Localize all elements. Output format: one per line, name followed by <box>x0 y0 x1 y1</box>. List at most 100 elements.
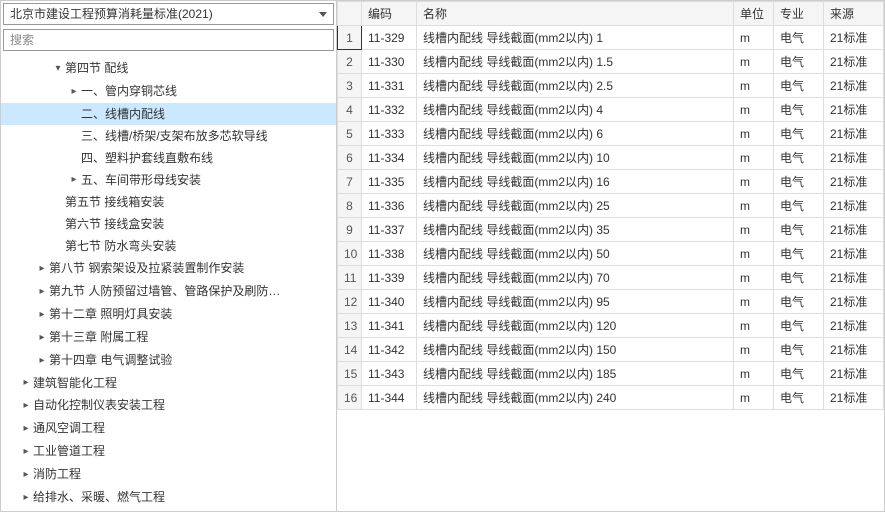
tree-arrow-icon[interactable]: ▸ <box>37 283 47 301</box>
right-panel: 编码 名称 单位 专业 来源 111-329线槽内配线 导线截面(mm2以内) … <box>337 1 884 511</box>
tree-item-label: 第九节 人防预留过墙管、管路保护及刷防… <box>47 284 282 298</box>
table-row[interactable]: 1311-341线槽内配线 导线截面(mm2以内) 120m电气21标准 <box>338 314 884 338</box>
tree-arrow-icon[interactable]: ▸ <box>21 466 31 484</box>
unit-cell: m <box>734 170 774 194</box>
spec-cell: 电气 <box>774 170 824 194</box>
col-code[interactable]: 编码 <box>362 2 417 26</box>
src-cell: 21标准 <box>824 194 884 218</box>
unit-cell: m <box>734 98 774 122</box>
unit-cell: m <box>734 218 774 242</box>
src-cell: 21标准 <box>824 50 884 74</box>
tree-item[interactable]: ▸工业管道工程 <box>1 440 336 463</box>
name-cell: 线槽内配线 导线截面(mm2以内) 240 <box>417 386 734 410</box>
spec-cell: 电气 <box>774 362 824 386</box>
tree-item-label: 给排水、采暖、燃气工程 <box>31 490 167 504</box>
code-cell: 11-332 <box>362 98 417 122</box>
spec-cell: 电气 <box>774 26 824 50</box>
tree-item[interactable]: ▾第四节 配线 <box>1 57 336 80</box>
tree-item[interactable]: 第七节 防水弯头安装 <box>1 235 336 257</box>
table-row[interactable]: 1011-338线槽内配线 导线截面(mm2以内) 50m电气21标准 <box>338 242 884 266</box>
name-cell: 线槽内配线 导线截面(mm2以内) 10 <box>417 146 734 170</box>
col-src[interactable]: 来源 <box>824 2 884 26</box>
name-cell: 线槽内配线 导线截面(mm2以内) 70 <box>417 266 734 290</box>
tree-arrow-icon[interactable]: ▸ <box>69 83 79 101</box>
tree-arrow-icon[interactable]: ▸ <box>21 374 31 392</box>
rownum-cell: 13 <box>338 314 362 338</box>
tree-arrow-icon[interactable]: ▸ <box>37 352 47 370</box>
unit-cell: m <box>734 194 774 218</box>
tree-arrow-icon[interactable]: ▸ <box>69 171 79 189</box>
unit-cell: m <box>734 386 774 410</box>
code-cell: 11-340 <box>362 290 417 314</box>
tree-arrow-icon[interactable]: ▸ <box>21 420 31 438</box>
spec-cell: 电气 <box>774 290 824 314</box>
code-cell: 11-344 <box>362 386 417 410</box>
tree-item[interactable]: 第五节 接线箱安装 <box>1 191 336 213</box>
tree-item[interactable]: 二、线槽内配线 <box>1 103 336 125</box>
tree-item[interactable]: ▸给排水、采暖、燃气工程 <box>1 486 336 509</box>
tree-item[interactable]: ▸自动化控制仪表安装工程 <box>1 394 336 417</box>
tree-item[interactable]: ▸第十三章 附属工程 <box>1 326 336 349</box>
tree-arrow-icon[interactable]: ▸ <box>37 260 47 278</box>
rownum-cell: 10 <box>338 242 362 266</box>
spec-cell: 电气 <box>774 50 824 74</box>
tree-arrow-icon[interactable]: ▸ <box>21 443 31 461</box>
tree-item[interactable]: 三、线槽/桥架/支架布放多芯软导线 <box>1 125 336 147</box>
standard-dropdown[interactable]: 北京市建设工程预算消耗量标准(2021) <box>3 3 334 25</box>
name-cell: 线槽内配线 导线截面(mm2以内) 1 <box>417 26 734 50</box>
tree-arrow-icon[interactable]: ▸ <box>37 329 47 347</box>
table-row[interactable]: 311-331线槽内配线 导线截面(mm2以内) 2.5m电气21标准 <box>338 74 884 98</box>
src-cell: 21标准 <box>824 218 884 242</box>
name-cell: 线槽内配线 导线截面(mm2以内) 1.5 <box>417 50 734 74</box>
tree-arrow-icon[interactable]: ▾ <box>53 60 63 78</box>
tree-item-label: 一、管内穿铜芯线 <box>79 84 179 98</box>
code-cell: 11-343 <box>362 362 417 386</box>
tree-item[interactable]: ▸消防工程 <box>1 463 336 486</box>
tree-item[interactable]: ▸第八节 钢索架设及拉紧装置制作安装 <box>1 257 336 280</box>
tree-item[interactable]: ▸建筑智能化工程 <box>1 372 336 395</box>
rownum-cell: 4 <box>338 98 362 122</box>
spec-cell: 电气 <box>774 146 824 170</box>
table-row[interactable]: 511-333线槽内配线 导线截面(mm2以内) 6m电气21标准 <box>338 122 884 146</box>
table-row[interactable]: 811-336线槽内配线 导线截面(mm2以内) 25m电气21标准 <box>338 194 884 218</box>
tree-item[interactable]: ▸信息通信设备与线缆安装工程 <box>1 509 336 511</box>
table-row[interactable]: 1511-343线槽内配线 导线截面(mm2以内) 185m电气21标准 <box>338 362 884 386</box>
search-input[interactable]: 搜索 <box>3 29 334 51</box>
tree-item-label: 消防工程 <box>31 467 83 481</box>
table-row[interactable]: 1611-344线槽内配线 导线截面(mm2以内) 240m电气21标准 <box>338 386 884 410</box>
tree-item[interactable]: ▸一、管内穿铜芯线 <box>1 80 336 103</box>
table-row[interactable]: 111-329线槽内配线 导线截面(mm2以内) 1m电气21标准 <box>338 26 884 50</box>
tree-item-label: 第七节 防水弯头安装 <box>63 239 178 253</box>
table-header-row: 编码 名称 单位 专业 来源 <box>338 2 884 26</box>
tree-arrow-icon[interactable]: ▸ <box>21 397 31 415</box>
table-row[interactable]: 411-332线槽内配线 导线截面(mm2以内) 4m电气21标准 <box>338 98 884 122</box>
table-row[interactable]: 1411-342线槽内配线 导线截面(mm2以内) 150m电气21标准 <box>338 338 884 362</box>
rownum-cell: 9 <box>338 218 362 242</box>
tree-item[interactable]: ▸五、车间带形母线安装 <box>1 169 336 192</box>
tree-item[interactable]: ▸第十四章 电气调整试验 <box>1 349 336 372</box>
tree-item[interactable]: ▸第九节 人防预留过墙管、管路保护及刷防… <box>1 280 336 303</box>
col-name[interactable]: 名称 <box>417 2 734 26</box>
tree-item[interactable]: 四、塑料护套线直敷布线 <box>1 147 336 169</box>
tree-arrow-icon[interactable]: ▸ <box>21 489 31 507</box>
col-unit[interactable]: 单位 <box>734 2 774 26</box>
src-cell: 21标准 <box>824 26 884 50</box>
table-row[interactable]: 1211-340线槽内配线 导线截面(mm2以内) 95m电气21标准 <box>338 290 884 314</box>
spec-cell: 电气 <box>774 218 824 242</box>
tree-item[interactable]: ▸通风空调工程 <box>1 417 336 440</box>
tree-item[interactable]: ▸第十二章 照明灯具安装 <box>1 303 336 326</box>
unit-cell: m <box>734 26 774 50</box>
spec-cell: 电气 <box>774 194 824 218</box>
unit-cell: m <box>734 290 774 314</box>
table-row[interactable]: 911-337线槽内配线 导线截面(mm2以内) 35m电气21标准 <box>338 218 884 242</box>
col-spec[interactable]: 专业 <box>774 2 824 26</box>
table-row[interactable]: 611-334线槽内配线 导线截面(mm2以内) 10m电气21标准 <box>338 146 884 170</box>
table-row[interactable]: 211-330线槽内配线 导线截面(mm2以内) 1.5m电气21标准 <box>338 50 884 74</box>
tree-arrow-icon[interactable]: ▸ <box>37 306 47 324</box>
tree-item[interactable]: 第六节 接线盒安装 <box>1 213 336 235</box>
table-row[interactable]: 711-335线槽内配线 导线截面(mm2以内) 16m电气21标准 <box>338 170 884 194</box>
code-cell: 11-329 <box>362 26 417 50</box>
src-cell: 21标准 <box>824 74 884 98</box>
tree[interactable]: ▾第四节 配线▸一、管内穿铜芯线二、线槽内配线三、线槽/桥架/支架布放多芯软导线… <box>1 53 336 511</box>
table-row[interactable]: 1111-339线槽内配线 导线截面(mm2以内) 70m电气21标准 <box>338 266 884 290</box>
